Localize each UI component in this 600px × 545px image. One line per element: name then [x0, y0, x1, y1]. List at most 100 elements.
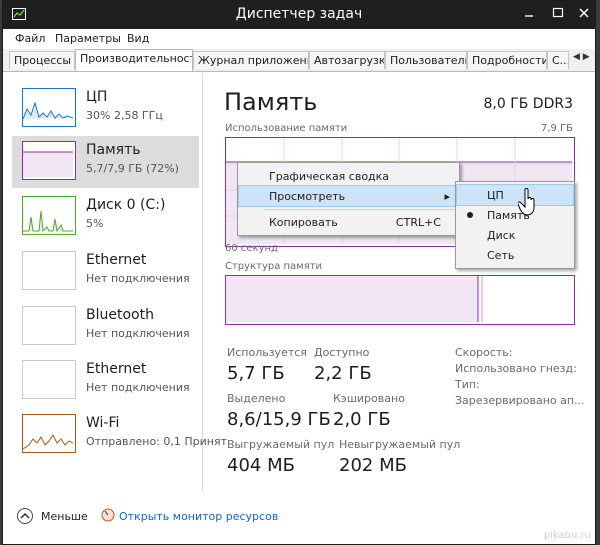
- memory-thumbnail-graph: [23, 151, 73, 177]
- sidebar-item-detail: 5%: [86, 217, 104, 230]
- stat-value-cached: 2,0 ГБ: [333, 409, 391, 430]
- sidebar-item-label: ЦП: [86, 89, 108, 105]
- stat-value-paged-pool: 404 МБ: [227, 455, 295, 476]
- stat-value-available: 2,2 ГБ: [314, 363, 372, 384]
- sidebar-item-label: Память: [86, 142, 141, 158]
- menu-item-label: Просмотреть: [269, 190, 346, 203]
- close-button[interactable]: [575, 4, 593, 22]
- menu-item-shortcut: CTRL+C: [395, 216, 441, 229]
- ethernet-thumbnail: [22, 251, 76, 290]
- memory-structure-bar: [225, 275, 575, 325]
- selected-bullet-icon: [467, 212, 473, 218]
- memory-panel: Память 8,0 ГБ DDR3 Использование памяти …: [203, 73, 595, 491]
- sidebar-item-label: Bluetooth: [86, 307, 154, 323]
- sidebar-item-bluetooth[interactable]: Bluetooth Нет подключения: [12, 301, 198, 353]
- sidebar-item-label: Ethernet: [86, 252, 147, 268]
- menu-options[interactable]: Параметры: [55, 32, 121, 45]
- submenu-item-cpu[interactable]: ЦП: [456, 184, 574, 206]
- ethernet-thumbnail: [22, 360, 76, 399]
- sidebar-item-detail: 5,7/7,9 ГБ (72%): [86, 162, 179, 175]
- memory-capacity: 8,0 ГБ DDR3: [483, 96, 573, 112]
- tab-users[interactable]: Пользователи: [385, 51, 467, 69]
- submenu-item-network[interactable]: Сеть: [457, 245, 573, 265]
- stat-value-in-use: 5,7 ГБ: [227, 363, 285, 384]
- stat-label-available: Доступно: [314, 346, 370, 359]
- view-submenu: ЦП Память Диск Сеть: [455, 181, 575, 269]
- sidebar-item-detail: 30% 2,58 ГГц: [86, 109, 163, 122]
- tab-processes[interactable]: Процессы: [9, 51, 75, 69]
- window-title: Диспетчер задач: [235, 6, 363, 22]
- open-resource-monitor-link[interactable]: Открыть монитор ресурсов: [119, 510, 278, 523]
- structure-label: Структура памяти: [225, 261, 323, 272]
- tab-app-history[interactable]: Журнал приложений: [193, 51, 309, 69]
- tab-details[interactable]: Подробности: [467, 51, 547, 69]
- stat-label-committed: Выделено: [227, 392, 286, 405]
- usage-graph-max: 7,9 ГБ: [540, 123, 573, 134]
- submenu-item-disk[interactable]: Диск: [457, 225, 573, 245]
- watermark: pikabu.ru: [543, 530, 591, 541]
- maximize-icon: [552, 7, 564, 18]
- minimize-button[interactable]: [520, 4, 538, 22]
- stat-label-in-use: Используется: [227, 346, 307, 359]
- cpu-thumbnail: [22, 88, 76, 127]
- structure-segments: [226, 276, 483, 322]
- menu-item-copy[interactable]: Копировать CTRL+C: [239, 212, 458, 232]
- sidebar-item-label: Wi-Fi: [86, 415, 120, 431]
- stat-value-committed: 8,6/15,9 ГБ: [227, 409, 331, 430]
- menu-item-label: Копировать: [269, 216, 338, 229]
- sidebar-item-label: Диск 0 (C:): [86, 197, 166, 213]
- sidebar-item-ethernet-1[interactable]: Ethernet Нет подключения: [12, 246, 198, 298]
- sidebar-item-disk[interactable]: Диск 0 (C:) 5%: [12, 191, 198, 243]
- memory-thumbnail: [22, 141, 76, 180]
- submenu-item-label: ЦП: [487, 189, 504, 202]
- submenu-item-label: Сеть: [487, 249, 515, 262]
- form-factor-label: Тип:: [455, 378, 480, 391]
- menu-item-label: Графическая сводка: [269, 170, 390, 183]
- mouse-cursor-icon: [518, 188, 535, 216]
- cpu-thumbnail-graph: [22, 101, 74, 120]
- performance-sidebar: ЦП 30% 2,58 ГГц Память 5,7/7,9 ГБ (72%) …: [4, 73, 227, 491]
- stat-label-nonpaged-pool: Невыгружаемый пул: [339, 438, 461, 451]
- sidebar-item-detail: Нет подключения: [86, 272, 190, 285]
- stat-label-paged-pool: Выгружаемый пул: [227, 438, 335, 451]
- menu-file[interactable]: Файл: [15, 32, 45, 45]
- usage-graph-label: Использование памяти: [225, 123, 348, 134]
- fewer-details-button[interactable]: [17, 508, 33, 524]
- page-title: Память: [224, 88, 318, 116]
- task-manager-window: Диспетчер задач Файл Параметры Вид Проце…: [2, 0, 596, 545]
- close-icon: [579, 8, 589, 18]
- footer: Меньше Открыть монитор ресурсов pikabu.r…: [3, 494, 595, 544]
- sidebar-item-memory[interactable]: Память 5,7/7,9 ГБ (72%): [12, 136, 199, 188]
- wifi-thumbnail: [22, 414, 76, 453]
- sidebar-item-wifi[interactable]: Wi-Fi Отправлено: 0,1 Принят: [12, 409, 227, 461]
- tab-bar: Процессы Производительность Журнал прило…: [3, 49, 595, 72]
- minimize-icon: [525, 15, 533, 17]
- sidebar-item-label: Ethernet: [86, 361, 147, 377]
- disk-thumbnail-graph: [23, 210, 73, 233]
- context-menu: Графическая сводка Просмотреть ▸ Копиров…: [237, 162, 460, 236]
- menu-separator: [264, 209, 456, 210]
- stat-label-cached: Кэшировано: [333, 392, 405, 405]
- submenu-arrow-icon: ▸: [444, 190, 450, 203]
- maximize-button[interactable]: [549, 4, 567, 22]
- submenu-item-memory[interactable]: Память: [457, 205, 573, 225]
- submenu-item-label: Диск: [487, 229, 516, 242]
- menu-item-summary-view[interactable]: Графическая сводка: [239, 166, 458, 186]
- sidebar-item-cpu[interactable]: ЦП 30% 2,58 ГГц: [12, 83, 198, 135]
- tab-startup[interactable]: Автозагрузка: [309, 51, 385, 69]
- stat-value-nonpaged-pool: 202 МБ: [339, 455, 407, 476]
- menu-item-view[interactable]: Просмотреть ▸: [238, 185, 459, 207]
- tab-scroll-arrows[interactable]: ◀ ▶: [573, 52, 590, 62]
- sidebar-item-ethernet-2[interactable]: Ethernet Нет подключения: [12, 355, 198, 407]
- bluetooth-thumbnail: [22, 306, 76, 345]
- menu-view[interactable]: Вид: [127, 32, 149, 45]
- chevron-up-icon: [20, 513, 30, 519]
- sidebar-item-detail: Нет подключения: [86, 327, 190, 340]
- fewer-details-label[interactable]: Меньше: [41, 510, 88, 523]
- disk-thumbnail: [22, 196, 76, 235]
- hardware-reserved-label: Зарезервировано ап...: [455, 394, 585, 407]
- speed-label: Скорость:: [455, 346, 513, 359]
- sidebar-item-detail: Нет подключения: [86, 381, 190, 394]
- tab-performance[interactable]: Производительность: [75, 49, 193, 71]
- tab-services[interactable]: С...: [547, 51, 569, 69]
